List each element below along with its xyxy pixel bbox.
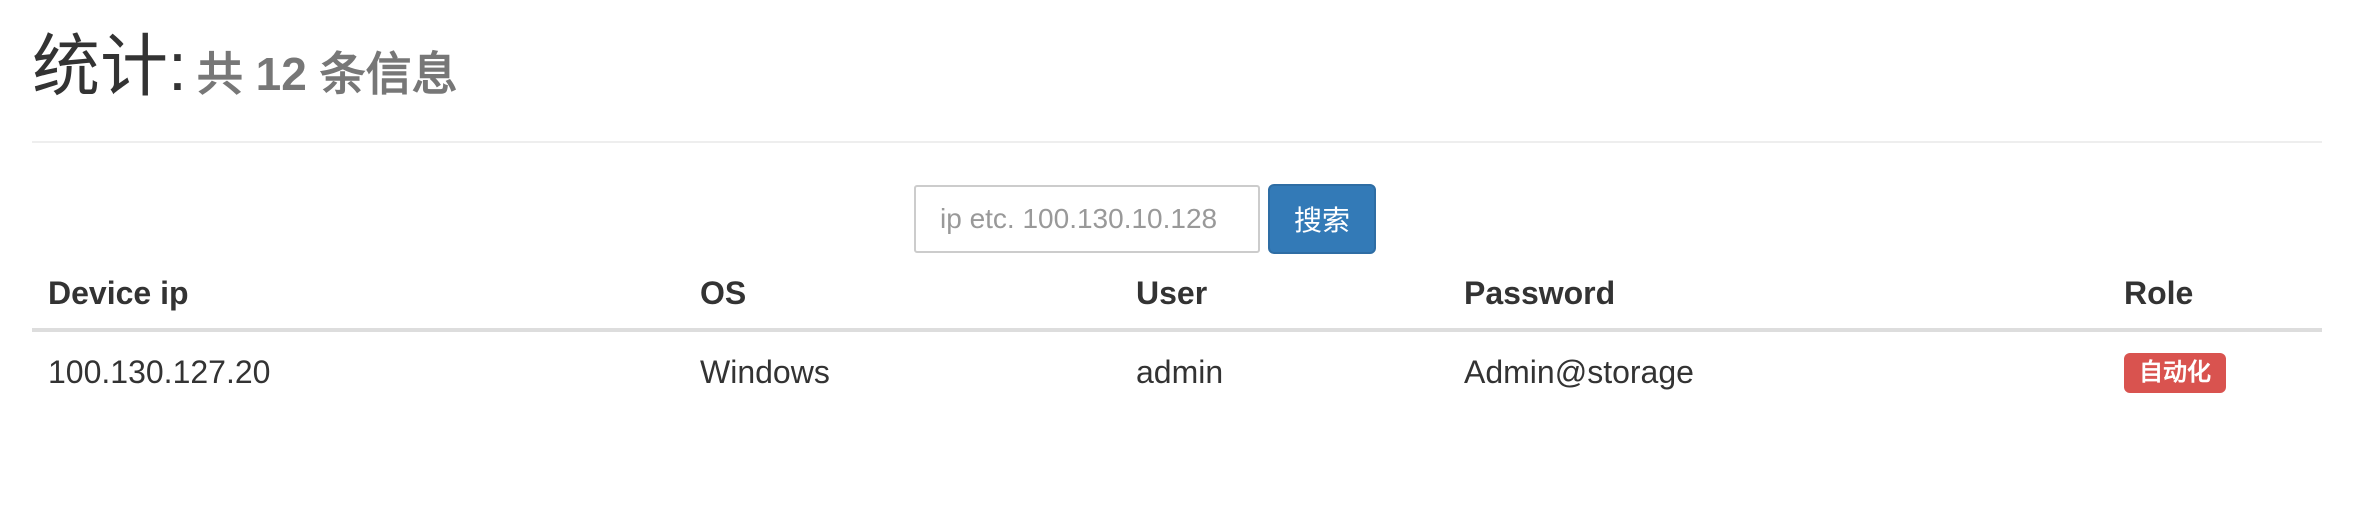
page-title-count: 共 12 条信息 xyxy=(196,48,458,100)
search-button[interactable]: 搜索 xyxy=(1268,184,1376,254)
cell-os: Windows xyxy=(700,353,830,390)
page-title: 统计: 共 12 条信息 xyxy=(32,22,458,119)
role-badge: 自动化 xyxy=(2124,353,2226,393)
page-title-main: 统计: xyxy=(32,29,187,105)
cell-user: admin xyxy=(1136,353,1224,390)
column-header-role: Role xyxy=(2108,258,2322,332)
device-table: Device ip OS User Password Role 100.130.… xyxy=(32,258,2322,412)
column-header-password: Password xyxy=(1448,258,2108,332)
page: 统计: 共 12 条信息 xyxy=(32,0,2322,143)
column-header-device-ip: Device ip xyxy=(32,258,684,332)
table-row: 100.130.127.20 Windows admin Admin@stora… xyxy=(32,330,2322,412)
cell-password: Admin@storage xyxy=(1464,353,1694,390)
cell-role: 自动化 xyxy=(2108,330,2322,412)
page-header: 统计: 共 12 条信息 xyxy=(32,0,2322,143)
table-header-row: Device ip OS User Password Role xyxy=(32,258,2322,332)
search-bar: 搜索 xyxy=(914,184,1376,254)
cell-device-ip: 100.130.127.20 xyxy=(48,353,271,390)
column-header-os: OS xyxy=(684,258,1120,332)
column-header-user: User xyxy=(1120,258,1448,332)
search-input[interactable] xyxy=(914,185,1260,253)
